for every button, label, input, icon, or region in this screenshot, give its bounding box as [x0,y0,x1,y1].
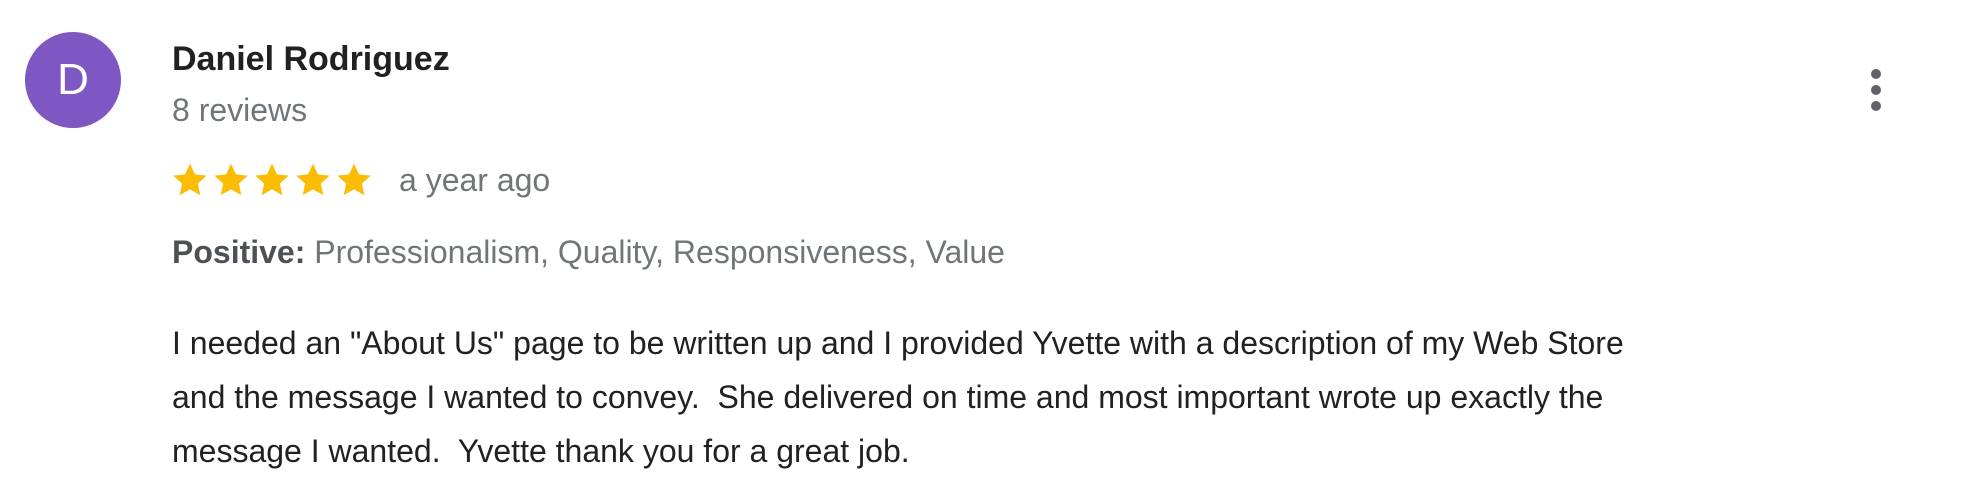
star-rating [170,160,374,200]
star-icon [214,163,248,196]
avatar-letter: D [57,55,89,104]
star-icon [255,163,289,196]
review-date: a year ago [399,161,551,198]
star-icon [173,163,207,196]
avatar[interactable]: D [25,32,121,128]
rating-row: a year ago [170,158,550,202]
review-text-line: I needed an "About Us" page to be writte… [172,325,1624,361]
review-text: I needed an "About Us" page to be writte… [172,316,1952,478]
positive-label: Positive: [172,234,306,270]
more-vert-icon [1871,69,1881,111]
review-text-line: message I wanted. Yvette thank you for a… [172,433,910,469]
reviewer-name[interactable]: Daniel Rodriguez [172,40,450,79]
positive-attributes: Positive: Professionalism, Quality, Resp… [172,234,1005,271]
positive-values: Professionalism, Quality, Responsiveness… [305,234,1005,270]
review-text-line: and the message I wanted to convey. She … [172,379,1604,415]
more-options-button[interactable] [1854,66,1898,114]
review-count: 8 reviews [172,92,308,128]
star-icon [337,163,371,196]
star-icon [296,163,330,196]
